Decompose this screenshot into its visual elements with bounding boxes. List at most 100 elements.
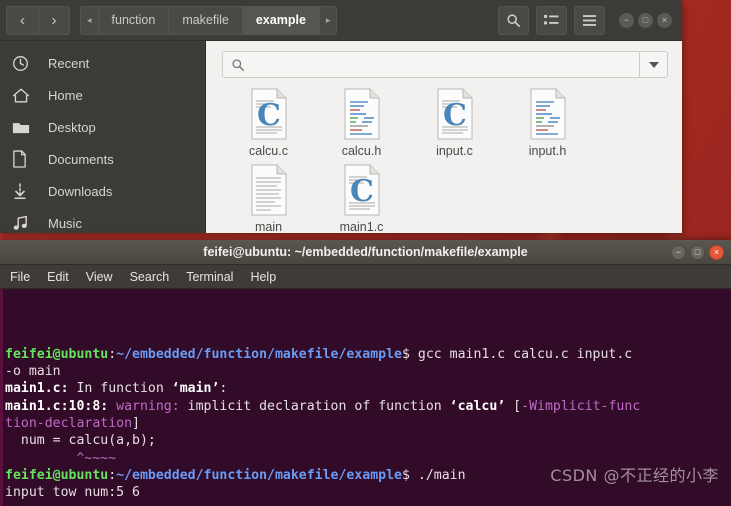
terminal-line <box>5 502 731 506</box>
file-manager-window-controls: − □ × <box>619 12 672 28</box>
file-item[interactable]: C main1.c <box>315 164 408 233</box>
search-input[interactable] <box>222 51 640 78</box>
breadcrumb-label: function <box>111 13 156 27</box>
file-manager-window: ‹ › ◂ function makefile example ▸ − □ × … <box>0 0 682 233</box>
breadcrumb-scroll-left[interactable]: ◂ <box>80 5 99 35</box>
sidebar-item-music[interactable]: Music <box>0 207 205 239</box>
breadcrumb-label: example <box>255 13 306 27</box>
file-manager-titlebar: ‹ › ◂ function makefile example ▸ − □ × <box>0 0 682 41</box>
terminal-segment: main1.c:10:8: <box>5 398 109 414</box>
terminal-line: input tow num:5 6 <box>5 484 731 501</box>
music-icon <box>12 215 42 231</box>
svg-text:C: C <box>350 174 374 209</box>
file-name: input.h <box>528 144 567 158</box>
clock-icon <box>12 55 42 72</box>
menu-item-file[interactable]: File <box>10 270 30 284</box>
menu-item-search[interactable]: Search <box>130 270 170 284</box>
terminal-screen[interactable]: feifei@ubuntu:~/embedded/function/makefi… <box>0 289 731 506</box>
c-source-file-icon: C <box>249 88 289 140</box>
terminal-segment: ‘calcu’ <box>449 398 506 414</box>
terminal-line: main1.c:10:8: warning: implicit declarat… <box>5 398 731 415</box>
sidebar-item-home[interactable]: Home <box>0 79 205 111</box>
watermark: CSDN @不正经的小李 <box>550 465 719 485</box>
terminal-minimize-button[interactable]: − <box>671 244 686 260</box>
file-name: main <box>254 220 283 233</box>
fm-close-button[interactable]: × <box>657 12 672 28</box>
svg-text:C: C <box>443 98 467 133</box>
c-header-file-icon <box>528 88 568 140</box>
sidebar-item-downloads[interactable]: Downloads <box>0 175 205 207</box>
terminal-line: ^~~~~ <box>5 450 731 467</box>
folder-icon <box>12 120 42 135</box>
view-options-button[interactable] <box>536 5 567 35</box>
home-icon <box>12 87 42 104</box>
file-item[interactable]: input.h <box>501 88 594 158</box>
terminal-segment: ‘main’ <box>171 381 220 397</box>
breadcrumb-item-example[interactable]: example <box>242 5 320 35</box>
close-icon: × <box>661 14 668 25</box>
menu-item-edit[interactable]: Edit <box>47 270 69 284</box>
prompt-path: ~/embedded/function/makefile/example <box>116 346 402 362</box>
terminal-text: -o main <box>5 364 61 380</box>
terminal-edge-accent <box>0 289 3 506</box>
sidebar-item-recent[interactable]: Recent <box>0 47 205 79</box>
search-row <box>222 51 668 78</box>
forward-button[interactable]: › <box>38 5 70 35</box>
prompt-path: ~/embedded/function/makefile/example <box>116 467 402 483</box>
hamburger-menu-icon <box>583 14 596 26</box>
breadcrumb-item-makefile[interactable]: makefile <box>169 5 243 35</box>
search-button[interactable] <box>498 5 529 35</box>
prompt-command: $ ./main <box>402 467 466 483</box>
close-icon: × <box>713 246 720 257</box>
terminal-line: tion-declaration] <box>5 415 731 432</box>
terminal-menubar: File Edit View Search Terminal Help <box>0 265 731 289</box>
file-browser-pane: C calcu.c calcu.h C input.c input.h main… <box>205 41 682 233</box>
terminal-segment: tion-declaration <box>5 416 133 432</box>
terminal-segment: In function <box>68 381 172 397</box>
c-header-file-icon <box>342 88 382 140</box>
menu-item-help[interactable]: Help <box>250 270 276 284</box>
terminal-line: feifei@ubuntu:~/embedded/function/makefi… <box>5 346 731 363</box>
menu-item-view[interactable]: View <box>86 270 113 284</box>
c-source-file-icon: C <box>435 88 475 140</box>
sidebar-item-label: Home <box>48 87 83 103</box>
svg-text:C: C <box>257 98 281 133</box>
maximize-icon: □ <box>642 14 649 25</box>
back-button[interactable]: ‹ <box>6 5 38 35</box>
file-item[interactable]: calcu.h <box>315 88 408 158</box>
breadcrumb-item-function[interactable]: function <box>98 5 170 35</box>
terminal-segment: ^~~~~ <box>5 450 117 466</box>
sidebar: Recent Home Desktop Documents Downloads … <box>0 41 205 233</box>
plain-file-icon <box>249 164 289 216</box>
file-item[interactable]: main <box>222 164 315 233</box>
file-manager-body: Recent Home Desktop Documents Downloads … <box>0 41 682 233</box>
search-dropdown-button[interactable] <box>640 51 668 78</box>
menu-item-terminal[interactable]: Terminal <box>186 270 233 284</box>
terminal-segment <box>108 399 116 414</box>
breadcrumb-label: makefile <box>182 13 229 27</box>
file-item[interactable]: C input.c <box>408 88 501 158</box>
c-source-file-icon: C <box>342 164 382 216</box>
fm-minimize-button[interactable]: − <box>619 12 634 28</box>
terminal-titlebar[interactable]: feifei@ubuntu: ~/embedded/function/makef… <box>0 240 731 265</box>
chevron-down-icon <box>648 61 659 68</box>
fm-maximize-button[interactable]: □ <box>638 12 653 28</box>
sidebar-item-documents[interactable]: Documents <box>0 143 205 175</box>
file-item[interactable]: C calcu.c <box>222 88 315 158</box>
sidebar-item-desktop[interactable]: Desktop <box>0 111 205 143</box>
prompt-colon: : <box>108 467 117 483</box>
sidebar-item-label: Recent <box>48 55 90 71</box>
terminal-maximize-button[interactable]: □ <box>690 244 705 260</box>
main-menu-button[interactable] <box>574 5 605 35</box>
terminal-segment: warning: <box>116 398 180 414</box>
terminal-segment: : <box>219 381 228 397</box>
terminal-line: main1.c: In function ‘main’: <box>5 380 731 397</box>
file-name: input.c <box>436 144 473 158</box>
terminal-close-button[interactable]: × <box>709 244 724 260</box>
sidebar-item-label: Downloads <box>48 183 113 199</box>
sidebar-item-label: Documents <box>48 151 114 167</box>
prompt-command: $ gcc main1.c calcu.c input.c <box>402 346 633 362</box>
terminal-segment: -Wimplicit-func <box>521 398 641 414</box>
breadcrumb-scroll-right[interactable]: ▸ <box>319 5 338 35</box>
